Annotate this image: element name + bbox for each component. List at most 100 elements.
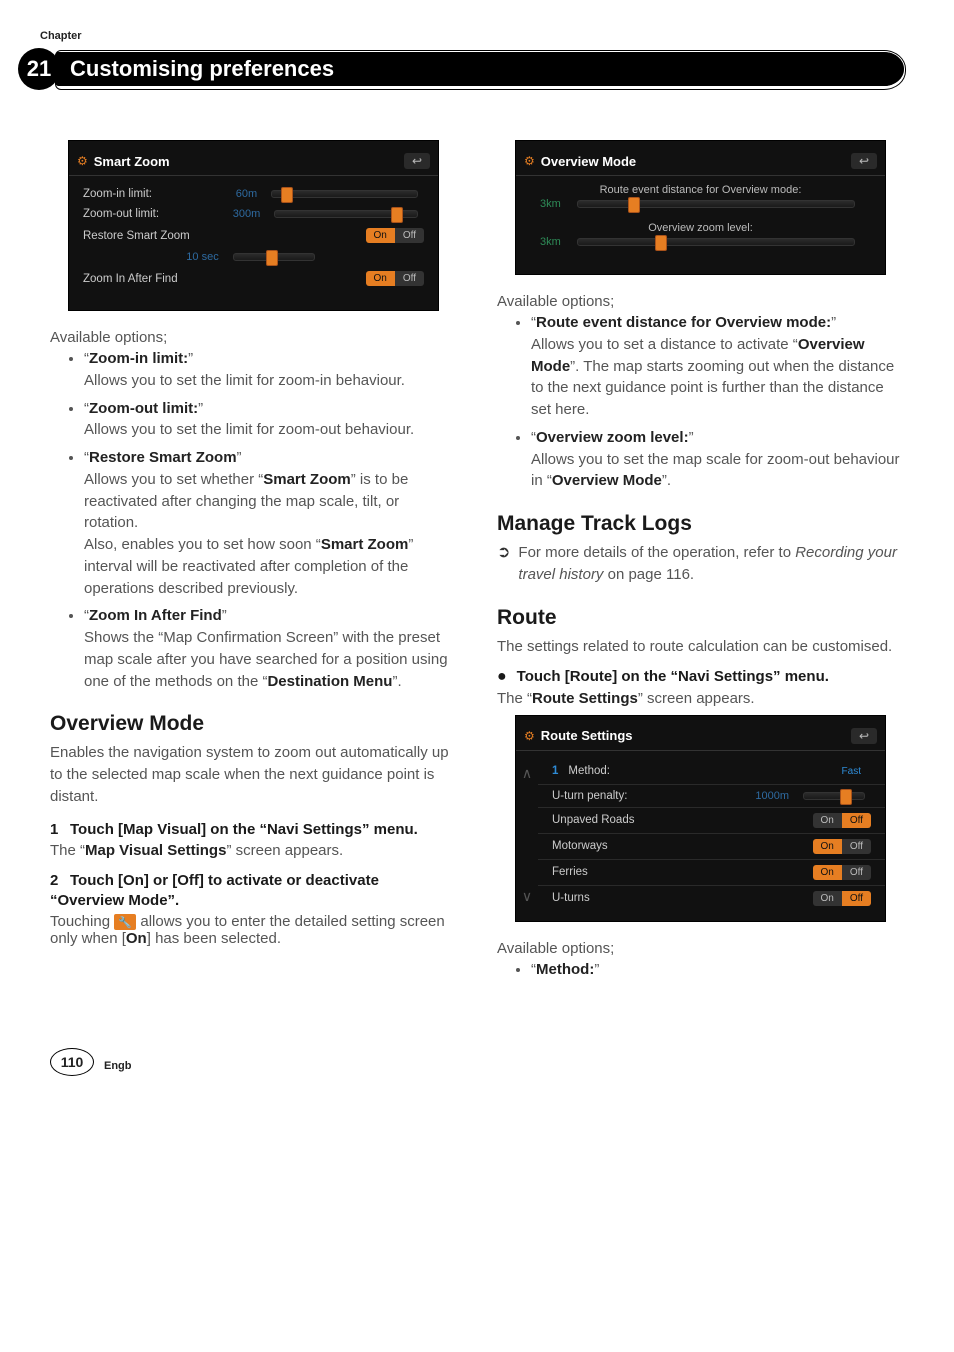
back-icon[interactable]: ↩ — [851, 153, 877, 169]
route-scroll-indicator[interactable]: ∧ ∨ — [516, 759, 538, 911]
route-row-label: Ferries — [552, 866, 805, 878]
smart-zoom-screenshot: ⚙ Smart Zoom ↩ Zoom-in limit: 60m Zoom-o… — [68, 140, 439, 311]
toggle-off[interactable]: Off — [842, 891, 871, 906]
route-row-label: U-turn penalty: — [552, 790, 747, 802]
step-1-result: The “Map Visual Settings” screen appears… — [50, 842, 457, 859]
language-code: Engb — [104, 1060, 132, 1072]
restore-row[interactable]: Restore Smart Zoom On Off — [69, 224, 438, 247]
list-item: “Method:” — [531, 959, 904, 981]
bullet-dot-icon: ● — [497, 667, 507, 687]
overview-shot-title: Overview Mode — [541, 154, 636, 169]
route-method-value[interactable]: Fast — [832, 764, 871, 779]
zoom-out-desc: Allows you to set the limit for zoom-out… — [84, 421, 414, 438]
settings-icon: ⚙ — [77, 154, 88, 168]
overview-zoom-term: Overview zoom level: — [536, 429, 689, 446]
restore-on[interactable]: On — [366, 228, 395, 243]
route-row[interactable]: 1Method:Fast — [538, 759, 885, 785]
settings-icon: ⚙ — [524, 154, 535, 168]
zoom-in-value: 60m — [236, 188, 257, 200]
after-find-off[interactable]: Off — [395, 271, 424, 286]
overview-row1-slider[interactable] — [577, 200, 855, 208]
back-icon[interactable]: ↩ — [404, 153, 430, 169]
settings-icon: ⚙ — [524, 729, 535, 743]
overview-zoom-desc-b: ”. — [662, 472, 671, 489]
zoom-in-slider[interactable] — [271, 190, 418, 198]
route-step-result: The “Route Settings” screen appears. — [497, 690, 904, 707]
route-row[interactable]: U-turnsOnOff — [538, 886, 885, 911]
after-find-desc-end: ”. — [392, 673, 401, 690]
route-settings-screenshot: ⚙ Route Settings ↩ ∧ ∨ 1Method:FastU-tur… — [515, 715, 886, 922]
xref-arrow-icon: ➲ — [497, 542, 510, 586]
overview-row2-slider[interactable] — [577, 238, 855, 246]
overview-row2-value: 3km — [540, 236, 561, 248]
toggle-off[interactable]: Off — [842, 839, 871, 854]
after-find-row[interactable]: Zoom In After Find On Off — [69, 267, 438, 290]
available-options-route: Available options; — [497, 940, 904, 957]
list-item: “Zoom-in limit:” Allows you to set the l… — [84, 348, 457, 392]
step-2-body: Touching 🔧 allows you to enter the detai… — [50, 913, 457, 947]
chapter-number-badge: 21 — [18, 48, 60, 90]
back-icon[interactable]: ↩ — [851, 728, 877, 744]
route-row-label: Motorways — [552, 840, 805, 852]
route-row-toggle[interactable]: OnOff — [813, 813, 872, 828]
zoom-out-value: 300m — [233, 208, 261, 220]
toggle-on[interactable]: On — [813, 865, 842, 880]
route-step-text: Touch [Route] on the “Navi Settings” men… — [517, 667, 829, 687]
restore-label: Restore Smart Zoom — [83, 230, 358, 242]
toggle-on[interactable]: On — [813, 813, 842, 828]
list-item: “Overview zoom level:” Allows you to set… — [531, 427, 904, 492]
wrench-icon: 🔧 — [114, 914, 136, 930]
route-row-toggle[interactable]: OnOff — [813, 891, 872, 906]
smart-zoom-option-list: “Zoom-in limit:” Allows you to set the l… — [50, 348, 457, 692]
toggle-on[interactable]: On — [813, 891, 842, 906]
route-penalty-slider[interactable] — [803, 792, 865, 800]
available-options-left: Available options; — [50, 329, 457, 346]
route-row[interactable]: U-turn penalty:1000m — [538, 785, 885, 808]
overview-option-list: “Route event distance for Overview mode:… — [497, 312, 904, 492]
smart-zoom-title: Smart Zoom — [94, 154, 170, 169]
toggle-off[interactable]: Off — [842, 813, 871, 828]
method-term: Method: — [536, 961, 594, 978]
overview-row1[interactable]: 3km — [516, 198, 885, 216]
after-find-on[interactable]: On — [366, 271, 395, 286]
step-1-text: Touch [Map Visual] on the “Navi Settings… — [70, 821, 418, 838]
overview-row1-label: Route event distance for Overview mode: — [516, 184, 885, 196]
route-event-desc-b: ”. The map starts zooming out when the d… — [531, 358, 894, 419]
overview-row2-label: Overview zoom level: — [516, 222, 885, 234]
interval-row[interactable]: 10 sec — [69, 247, 438, 267]
after-find-label: Zoom In After Find — [83, 273, 358, 285]
route-shot-title: Route Settings — [541, 728, 633, 743]
toggle-on[interactable]: On — [813, 839, 842, 854]
restore-toggle[interactable]: On Off — [366, 228, 425, 243]
zoom-out-term: Zoom-out limit: — [89, 400, 198, 417]
track-logs-heading: Manage Track Logs — [497, 512, 904, 536]
route-row-label: Unpaved Roads — [552, 814, 805, 826]
overview-mode-intro: Enables the navigation system to zoom ou… — [50, 742, 457, 807]
chapter-label: Chapter — [40, 30, 82, 42]
route-option-list: “Method:” — [497, 959, 904, 981]
zoom-out-slider[interactable] — [274, 210, 418, 218]
zoom-out-row[interactable]: Zoom-out limit: 300m — [69, 204, 438, 224]
zoom-in-row[interactable]: Zoom-in limit: 60m — [69, 184, 438, 204]
route-row-toggle[interactable]: OnOff — [813, 865, 872, 880]
zoom-in-label: Zoom-in limit: — [83, 188, 228, 200]
toggle-off[interactable]: Off — [842, 865, 871, 880]
restore-term: Restore Smart Zoom — [89, 449, 237, 466]
after-find-toggle[interactable]: On Off — [366, 271, 425, 286]
route-event-desc-a: Allows you to set a distance to activate… — [531, 336, 798, 353]
overview-row2[interactable]: 3km — [516, 236, 885, 254]
route-intro: The settings related to route calculatio… — [497, 636, 904, 658]
interval-slider[interactable] — [233, 253, 315, 261]
route-row[interactable]: Unpaved Roads OnOff — [538, 808, 885, 834]
chevron-down-icon: ∨ — [522, 888, 532, 905]
route-row[interactable]: Ferries OnOff — [538, 860, 885, 886]
overview-row1-value: 3km — [540, 198, 561, 210]
overview-zoom-desc-bold: Overview Mode — [552, 472, 662, 489]
route-row-toggle[interactable]: OnOff — [813, 839, 872, 854]
list-item: “Zoom-out limit:” Allows you to set the … — [84, 398, 457, 442]
restore-off[interactable]: Off — [395, 228, 424, 243]
route-step: ● Touch [Route] on the “Navi Settings” m… — [497, 667, 904, 687]
route-row[interactable]: Motorways OnOff — [538, 834, 885, 860]
chevron-up-icon: ∧ — [522, 765, 532, 782]
interval-value: 10 sec — [186, 251, 218, 263]
